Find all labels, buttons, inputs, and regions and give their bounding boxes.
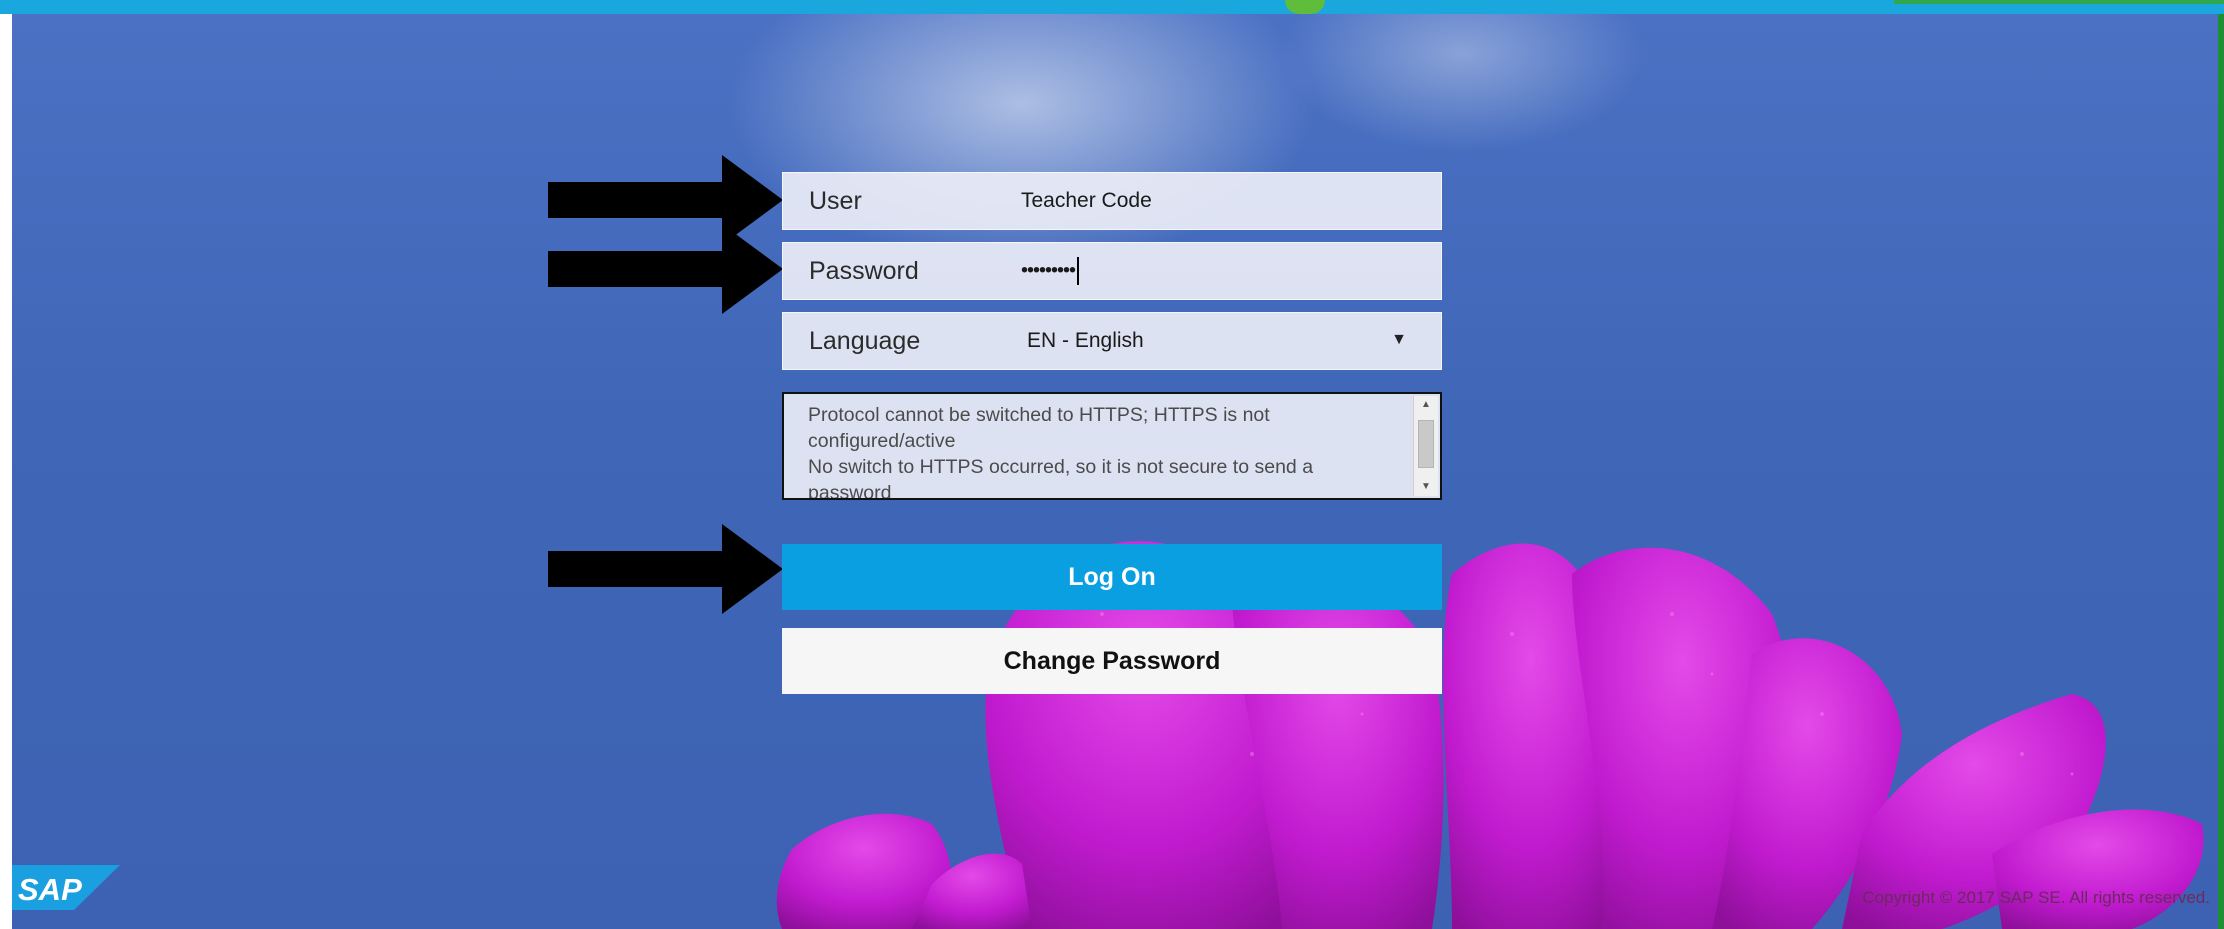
text-caret <box>1077 257 1080 285</box>
log-on-button[interactable]: Log On <box>782 544 1442 610</box>
language-value[interactable]: EN - English <box>1021 329 1441 353</box>
scroll-down-icon[interactable]: ▼ <box>1414 478 1438 496</box>
user-label: User <box>809 186 862 215</box>
password-field[interactable]: Password ••••••••• <box>782 242 1442 300</box>
dropdown-arrow-icon[interactable]: ▼ <box>1391 331 1407 349</box>
message-line: No switch to HTTPS occurred, so it is no… <box>808 456 1314 500</box>
top-green-mark <box>1285 0 1325 14</box>
sap-logo-text: SAP <box>18 872 82 907</box>
scroll-thumb[interactable] <box>1418 420 1434 468</box>
right-border <box>2218 14 2224 929</box>
scroll-up-icon[interactable]: ▲ <box>1414 396 1438 414</box>
copyright-text: Copyright © 2017 SAP SE. All rights rese… <box>1862 888 2210 907</box>
left-border <box>0 14 12 929</box>
password-mask: ••••••••• <box>1021 259 1076 282</box>
top-bar <box>0 0 2224 14</box>
language-label: Language <box>809 326 921 355</box>
password-label: Password <box>809 256 919 285</box>
message-box: Protocol cannot be switched to HTTPS; HT… <box>782 392 1442 500</box>
language-select[interactable]: Language EN - English ▼ <box>782 312 1442 370</box>
message-scrollbar[interactable]: ▲ ▼ <box>1413 396 1438 496</box>
sap-logo: SAP <box>12 865 120 910</box>
message-line: Protocol cannot be switched to HTTPS; HT… <box>808 404 1270 452</box>
user-input[interactable]: Teacher Code <box>1021 189 1441 213</box>
arrow-right-icon <box>548 224 783 314</box>
user-field[interactable]: User Teacher Code <box>782 172 1442 230</box>
arrow-right-icon <box>548 524 783 614</box>
password-input[interactable]: ••••••••• <box>1021 257 1441 285</box>
logon-form: User Teacher Code Password ••••••••• Lan… <box>782 172 1442 694</box>
top-green-edge <box>1894 0 2224 4</box>
change-password-button[interactable]: Change Password <box>782 628 1442 694</box>
